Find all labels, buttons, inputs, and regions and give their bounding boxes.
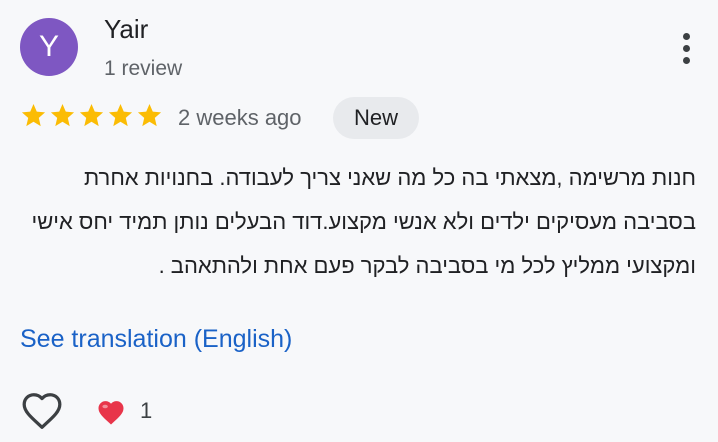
menu-dot bbox=[682, 32, 690, 40]
heart-outline-icon[interactable] bbox=[20, 390, 64, 430]
star-icon bbox=[79, 104, 104, 127]
star-icon bbox=[137, 104, 162, 127]
avatar[interactable]: Y bbox=[20, 18, 78, 76]
see-translation-link[interactable]: See translation (English) bbox=[20, 325, 292, 354]
author-review-count: 1 review bbox=[104, 57, 183, 80]
star-icon bbox=[108, 104, 133, 127]
menu-dot bbox=[682, 56, 690, 64]
author-name[interactable]: Yair bbox=[104, 14, 148, 45]
review-text: חנות מרשימה ,מצאתי בה כל מה שאני צריך לע… bbox=[31, 165, 696, 278]
heart-icon bbox=[96, 398, 126, 426]
reaction-count: 1 bbox=[140, 398, 153, 423]
star-icon bbox=[50, 104, 75, 127]
menu-dot bbox=[682, 44, 690, 52]
new-badge: New bbox=[333, 97, 419, 139]
review-card: Y Yair 1 review 2 weeks ago New חנות מרש… bbox=[0, 0, 718, 442]
more-vert-icon[interactable] bbox=[668, 30, 704, 66]
review-date: 2 weeks ago bbox=[178, 105, 302, 130]
star-icon bbox=[21, 104, 46, 127]
new-badge-label: New bbox=[353, 105, 398, 130]
star-rating bbox=[20, 102, 163, 129]
avatar-initial: Y bbox=[38, 30, 59, 63]
